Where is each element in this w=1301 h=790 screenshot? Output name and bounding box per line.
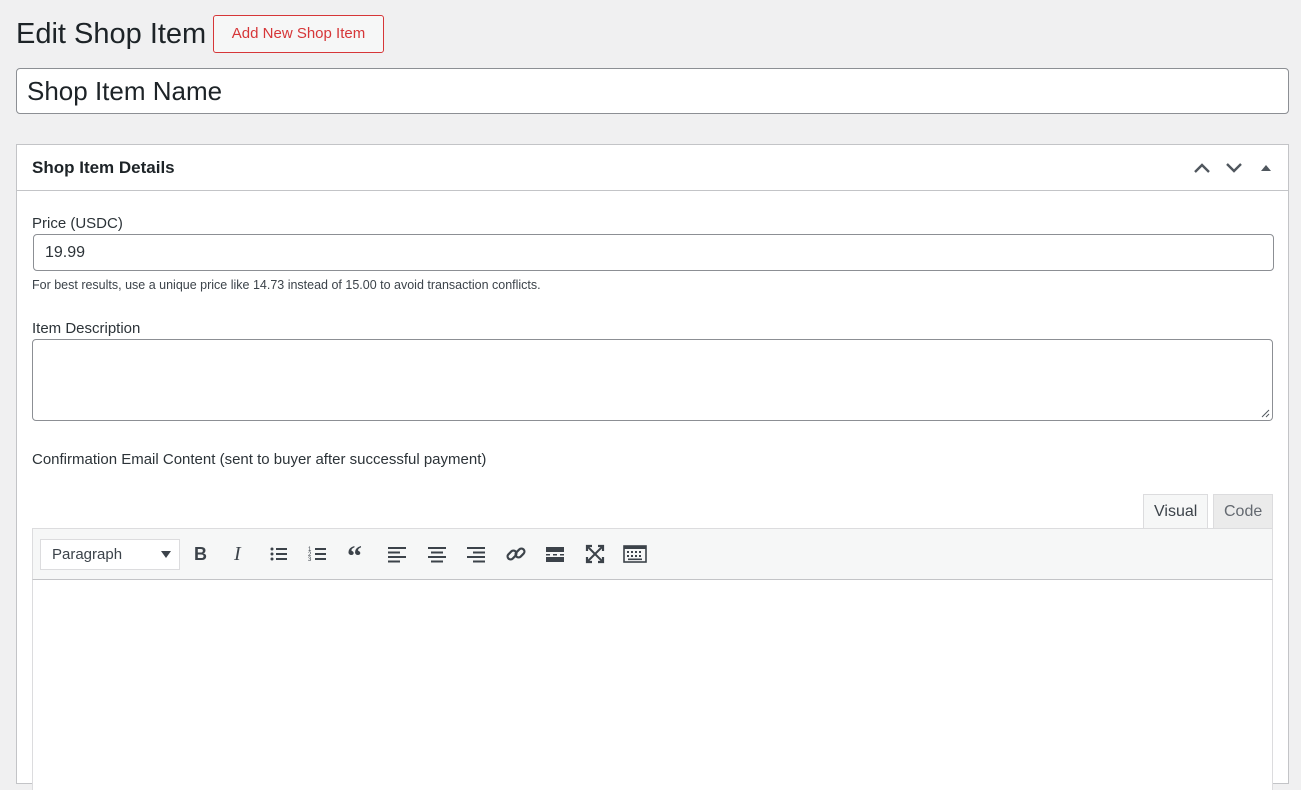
read-more-button[interactable] bbox=[540, 539, 570, 569]
move-up-button[interactable] bbox=[1186, 153, 1218, 183]
email-content-label: Confirmation Email Content (sent to buye… bbox=[32, 451, 487, 468]
handle-actions bbox=[1186, 153, 1282, 183]
format-select-value: Paragraph bbox=[52, 546, 123, 563]
italic-button[interactable]: I bbox=[224, 539, 254, 569]
price-label: Price (USDC) bbox=[32, 215, 123, 232]
blockquote-icon: “ bbox=[347, 544, 362, 564]
bold-button[interactable]: B bbox=[185, 539, 215, 569]
bullet-list-icon bbox=[270, 547, 287, 561]
resize-grip-icon[interactable] bbox=[1261, 409, 1270, 418]
description-label: Item Description bbox=[32, 320, 141, 337]
italic-icon: I bbox=[233, 544, 242, 564]
page-title: Edit Shop Item bbox=[16, 18, 207, 50]
fullscreen-button[interactable] bbox=[580, 539, 610, 569]
price-input[interactable]: 19.99 bbox=[33, 234, 1274, 271]
svg-text:“: “ bbox=[347, 544, 362, 564]
title-input[interactable]: Shop Item Name bbox=[16, 68, 1289, 114]
svg-text:3: 3 bbox=[308, 557, 312, 563]
align-center-icon bbox=[428, 547, 446, 563]
add-new-shop-item-button[interactable]: Add New Shop Item bbox=[213, 15, 384, 53]
numbered-list-icon: 123 bbox=[308, 547, 326, 563]
format-select[interactable]: Paragraph bbox=[40, 539, 180, 570]
toolbar-toggle-icon bbox=[623, 545, 647, 563]
postbox-title: Shop Item Details bbox=[32, 158, 175, 177]
svg-text:I: I bbox=[233, 544, 242, 564]
dropdown-arrow-icon bbox=[161, 551, 171, 558]
insert-link-button[interactable] bbox=[501, 539, 531, 569]
align-left-icon bbox=[388, 547, 406, 563]
fullscreen-icon bbox=[585, 544, 605, 564]
chevron-up-icon bbox=[1194, 163, 1210, 173]
description-textarea[interactable] bbox=[32, 339, 1273, 421]
editor-toolbar: Paragraph B I 123 “ bbox=[32, 528, 1273, 580]
numbered-list-button[interactable]: 123 bbox=[303, 539, 333, 569]
toolbar-toggle-button[interactable] bbox=[620, 539, 650, 569]
read-more-icon bbox=[546, 547, 564, 562]
bullet-list-button[interactable] bbox=[264, 539, 294, 569]
link-icon bbox=[506, 547, 526, 561]
toggle-panel-button[interactable] bbox=[1250, 153, 1282, 183]
shop-item-details-box: Shop Item Details Price (USDC) 19.99 For… bbox=[16, 144, 1289, 790]
align-center-button[interactable] bbox=[422, 539, 452, 569]
editor-content-area[interactable] bbox=[32, 580, 1273, 790]
svg-text:B: B bbox=[194, 544, 207, 564]
tab-visual[interactable]: Visual bbox=[1143, 494, 1208, 529]
triangle-up-icon bbox=[1261, 165, 1271, 171]
chevron-down-icon bbox=[1226, 163, 1242, 173]
align-left-button[interactable] bbox=[382, 539, 412, 569]
move-down-button[interactable] bbox=[1218, 153, 1250, 183]
blockquote-button[interactable]: “ bbox=[343, 539, 373, 569]
price-help-text: For best results, use a unique price lik… bbox=[32, 278, 541, 292]
align-right-button[interactable] bbox=[461, 539, 491, 569]
tab-code[interactable]: Code bbox=[1213, 494, 1273, 529]
align-right-icon bbox=[467, 547, 485, 563]
editor-tabs: Visual Code bbox=[1138, 494, 1273, 529]
bold-icon: B bbox=[194, 544, 207, 564]
postbox-header: Shop Item Details bbox=[17, 145, 1288, 191]
